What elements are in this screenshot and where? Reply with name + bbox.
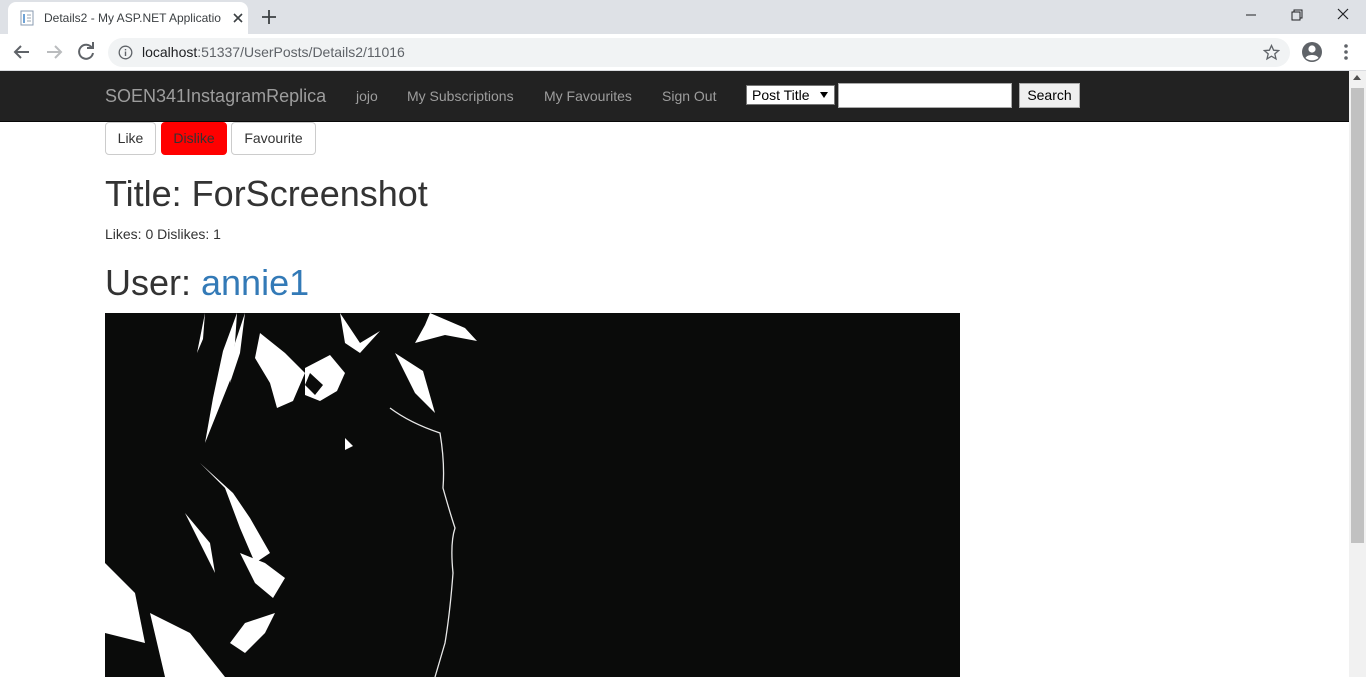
post-title: Title: ForScreenshot — [105, 173, 428, 214]
like-dislike-counts: Likes: 0 Dislikes: 1 — [105, 226, 221, 242]
reload-icon[interactable] — [73, 39, 99, 65]
like-button[interactable]: Like — [105, 122, 156, 155]
back-arrow-icon[interactable] — [9, 39, 35, 65]
user-profile-link[interactable]: annie1 — [201, 262, 309, 303]
close-icon[interactable] — [230, 10, 246, 26]
post-image — [105, 313, 960, 677]
forward-arrow-icon[interactable] — [41, 39, 67, 65]
profile-icon[interactable] — [1299, 39, 1325, 65]
browser-tabstrip: Details2 - My ASP.NET Applicatio — [0, 0, 1366, 34]
search-input[interactable] — [838, 83, 1012, 108]
user-label: User: — [105, 262, 202, 303]
minimize-icon[interactable] — [1228, 0, 1274, 32]
page-favicon-icon — [20, 10, 34, 26]
chevron-down-icon — [820, 92, 828, 98]
url-host: localhost — [142, 44, 198, 60]
search-button[interactable]: Search — [1019, 83, 1080, 108]
plus-icon[interactable] — [258, 6, 280, 28]
tab-title: Details2 - My ASP.NET Applicatio — [44, 11, 221, 25]
scroll-up-icon[interactable] — [1353, 75, 1361, 80]
url-path: :51337/UserPosts/Details2/11016 — [197, 44, 405, 60]
site-navbar: SOEN341InstagramReplica jojo My Subscrip… — [0, 71, 1349, 122]
menu-dots-icon[interactable] — [1333, 39, 1359, 65]
search-type-select[interactable]: Post Title — [746, 85, 835, 105]
search-type-value: Post Title — [752, 87, 810, 103]
nav-link-user[interactable]: jojo — [356, 88, 378, 104]
site-brand[interactable]: SOEN341InstagramReplica — [105, 86, 326, 106]
browser-toolbar: localhost:51337/UserPosts/Details2/11016 — [0, 34, 1366, 71]
info-icon[interactable] — [118, 45, 133, 60]
dislike-button[interactable]: Dislike — [161, 122, 227, 155]
nav-link-sign-out[interactable]: Sign Out — [662, 88, 716, 104]
page-viewport: SOEN341InstagramReplica jojo My Subscrip… — [0, 71, 1366, 677]
star-icon[interactable] — [1263, 44, 1280, 61]
restore-icon[interactable] — [1274, 0, 1320, 32]
nav-link-favourites[interactable]: My Favourites — [544, 88, 632, 104]
nav-link-subscriptions[interactable]: My Subscriptions — [407, 88, 514, 104]
favourite-button[interactable]: Favourite — [231, 122, 316, 155]
address-bar[interactable]: localhost:51337/UserPosts/Details2/11016 — [108, 38, 1290, 67]
url-text: localhost:51337/UserPosts/Details2/11016 — [142, 44, 405, 61]
window-close-icon[interactable] — [1320, 0, 1366, 32]
page-scrollbar[interactable] — [1349, 71, 1366, 677]
browser-tab-active[interactable]: Details2 - My ASP.NET Applicatio — [8, 2, 248, 34]
post-user-heading: User: annie1 — [105, 262, 309, 304]
scrollbar-thumb[interactable] — [1351, 88, 1364, 543]
